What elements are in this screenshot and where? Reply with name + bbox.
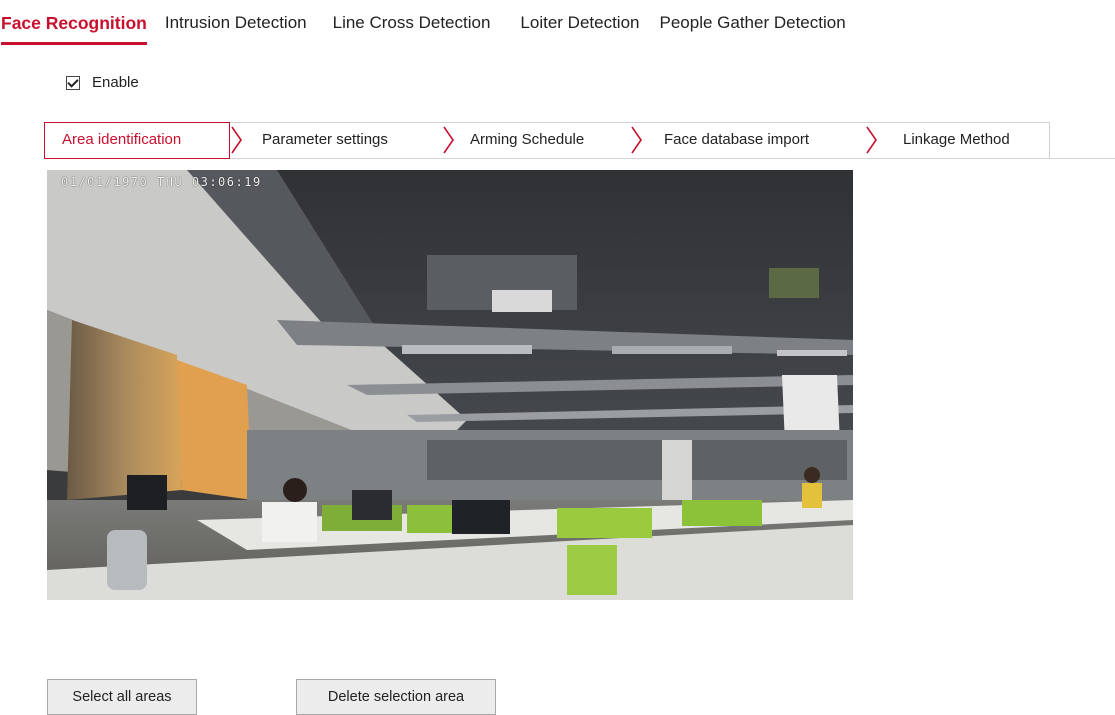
step-tabs: Area identification Parameter settings A… [44,122,1115,159]
chevron-right-icon [865,126,879,154]
delete-selection-area-button[interactable]: Delete selection area [296,679,496,715]
enable-row: Enable [66,74,139,91]
step-label: Linkage Method [903,131,1010,148]
camera-scene-image [47,170,853,600]
face-recognition-page: Face Recognition Intrusion Detection Lin… [0,0,1115,715]
step-linkage-method[interactable]: Linkage Method [874,123,1048,158]
tab-loiter-detection[interactable]: Loiter Detection [520,12,639,34]
step-label: Face database import [664,131,810,148]
detection-tabs: Face Recognition Intrusion Detection Lin… [0,12,846,45]
enable-label: Enable [92,74,139,91]
enable-checkbox[interactable] [66,75,80,90]
chevron-right-icon [442,126,456,154]
tab-face-recognition[interactable]: Face Recognition [1,12,147,45]
step-label: Arming Schedule [470,131,585,148]
tab-line-cross-detection[interactable]: Line Cross Detection [333,12,491,34]
step-label: Area identification [62,131,182,148]
video-preview[interactable]: 01/01/1970 THU 03:06:19 [47,170,853,600]
chevron-right-icon [630,126,644,154]
step-area-identification[interactable]: Area identification [44,122,230,159]
osd-timestamp: 01/01/1970 THU 03:06:19 [61,175,262,189]
step-label: Parameter settings [262,131,388,148]
step-face-database-import[interactable]: Face database import [641,123,874,158]
tab-intrusion-detection[interactable]: Intrusion Detection [165,12,307,34]
select-all-areas-button[interactable]: Select all areas [47,679,197,715]
tab-people-gather-detection[interactable]: People Gather Detection [660,12,846,34]
chevron-right-icon [230,126,244,154]
step-arming-schedule[interactable]: Arming Schedule [444,123,641,158]
step-tabs-box: Area identification Parameter settings A… [44,122,1050,159]
step-parameter-settings[interactable]: Parameter settings [230,123,444,158]
